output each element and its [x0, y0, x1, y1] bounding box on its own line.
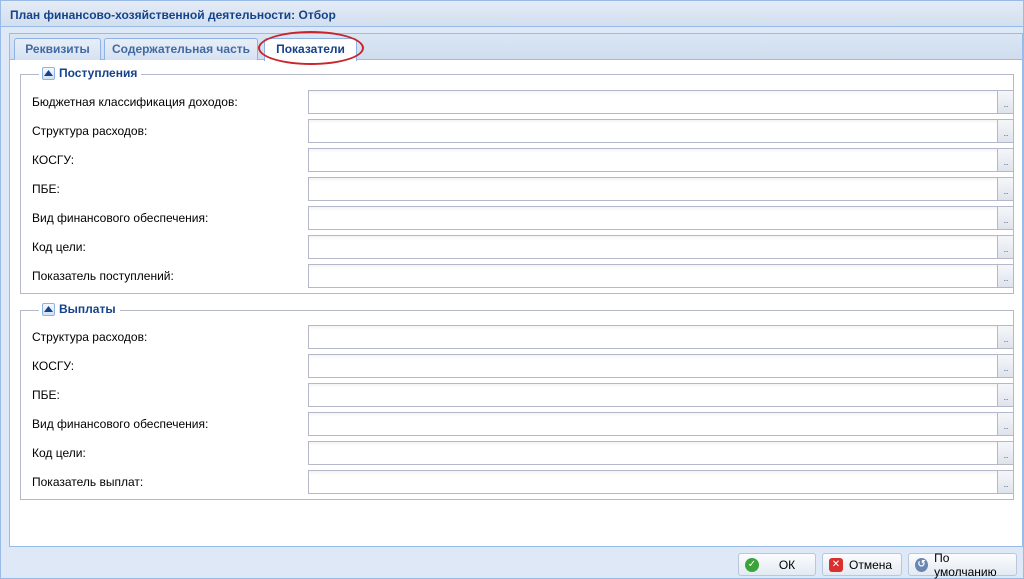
payments-row-expense-structure: Структура расходов: ... [32, 325, 1014, 349]
field-label: Бюджетная классификация доходов: [32, 95, 238, 109]
pbe-field[interactable] [308, 177, 997, 201]
goal-code-field[interactable] [308, 441, 997, 465]
select-trigger-button[interactable]: ... [997, 119, 1014, 143]
funding-type-field[interactable] [308, 206, 997, 230]
field-label: КОСГУ: [32, 359, 75, 373]
cancel-icon: ✕ [829, 557, 843, 572]
dialog-titlebar[interactable]: План финансово-хозяйственной деятельност… [1, 1, 1023, 27]
default-button-label: По умолчанию [934, 550, 997, 579]
tab-label: Реквизиты [25, 42, 90, 56]
field-label: Структура расходов: [32, 330, 148, 344]
cancel-button-label: Отмена [849, 557, 893, 572]
income-row-kosgu: КОСГУ: ... [32, 148, 1014, 172]
select-trigger-button[interactable]: ... [997, 354, 1014, 378]
payments-row-pbe: ПБЕ: ... [32, 383, 1014, 407]
income-row-expense-structure: Структура расходов: ... [32, 119, 1014, 143]
payments-legend: Выплаты [39, 302, 120, 316]
select-trigger-button[interactable]: ... [997, 383, 1014, 407]
select-trigger-button[interactable]: ... [997, 264, 1014, 288]
ok-button-label: ОК [778, 557, 796, 572]
select-trigger-button[interactable]: ... [997, 412, 1014, 436]
payments-row-payment-indicator: Показатель выплат: ... [32, 470, 1014, 494]
income-row-budget-classification: Бюджетная классификация доходов: ... [32, 90, 1014, 114]
tab-label: Содержательная часть [111, 42, 250, 56]
funding-type-field[interactable] [308, 412, 997, 436]
pbe-field[interactable] [308, 383, 997, 407]
select-trigger-button[interactable]: ... [997, 325, 1014, 349]
collapse-icon[interactable] [42, 66, 55, 80]
default-button[interactable]: ↺ По умолчанию [908, 550, 1017, 579]
income-row-funding-type: Вид финансового обеспечения: ... [32, 206, 1014, 230]
field-label: Вид финансового обеспечения: [32, 211, 209, 225]
field-label: Код цели: [32, 446, 86, 460]
payments-row-kosgu: КОСГУ: ... [32, 354, 1014, 378]
payments-legend-label: Выплаты [59, 302, 116, 316]
tab-indicators[interactable]: Показатели [264, 38, 357, 61]
check-icon: ✓ [745, 557, 759, 572]
kosgu-field[interactable] [308, 354, 997, 378]
field-label: ПБЕ: [32, 388, 60, 402]
field-label: Показатель поступлений: [32, 269, 174, 283]
expense-structure-field[interactable] [308, 325, 997, 349]
cancel-button[interactable]: ✕ Отмена [822, 553, 902, 576]
select-trigger-button[interactable]: ... [997, 441, 1014, 465]
kosgu-field[interactable] [308, 148, 997, 172]
income-legend: Поступления [39, 66, 142, 80]
select-trigger-button[interactable]: ... [997, 206, 1014, 230]
payments-row-funding-type: Вид финансового обеспечения: ... [32, 412, 1014, 436]
payments-row-goal-code: Код цели: ... [32, 441, 1014, 465]
income-legend-label: Поступления [59, 66, 138, 80]
payment-indicator-field[interactable] [308, 470, 997, 494]
select-trigger-button[interactable]: ... [997, 177, 1014, 201]
dialog-title: План финансово-хозяйственной деятельност… [10, 8, 336, 22]
goal-code-field[interactable] [308, 235, 997, 259]
income-row-pbe: ПБЕ: ... [32, 177, 1014, 201]
field-label: Структура расходов: [32, 124, 148, 138]
income-fieldset: Поступления Бюджетная классификация дохо… [20, 66, 1014, 294]
payments-fieldset: Выплаты Структура расходов: ... КОСГУ: .… [20, 302, 1014, 500]
select-trigger-button[interactable]: ... [997, 90, 1014, 114]
filter-dialog: План финансово-хозяйственной деятельност… [0, 0, 1024, 579]
select-trigger-button[interactable]: ... [997, 470, 1014, 494]
tab-label: Показатели [276, 42, 345, 56]
budget-classification-field[interactable] [308, 90, 997, 114]
select-trigger-button[interactable]: ... [997, 235, 1014, 259]
reset-icon: ↺ [915, 557, 929, 572]
income-indicator-field[interactable] [308, 264, 997, 288]
income-row-income-indicator: Показатель поступлений: ... [32, 264, 1014, 288]
collapse-icon[interactable] [42, 302, 55, 316]
field-label: Код цели: [32, 240, 86, 254]
tab-strip: Реквизиты Содержательная часть Показател… [10, 31, 1022, 65]
field-label: Вид финансового обеспечения: [32, 417, 209, 431]
tab-content[interactable]: Содержательная часть [104, 38, 258, 60]
select-trigger-button[interactable]: ... [997, 148, 1014, 172]
tab-requisites[interactable]: Реквизиты [14, 38, 101, 60]
tab-panel: Реквизиты Содержательная часть Показател… [9, 31, 1023, 547]
field-label: КОСГУ: [32, 153, 75, 167]
ok-button[interactable]: ✓ ОК [738, 553, 816, 576]
expense-structure-field[interactable] [308, 119, 997, 143]
field-label: Показатель выплат: [32, 475, 144, 489]
field-label: ПБЕ: [32, 182, 60, 196]
income-row-goal-code: Код цели: ... [32, 235, 1014, 259]
